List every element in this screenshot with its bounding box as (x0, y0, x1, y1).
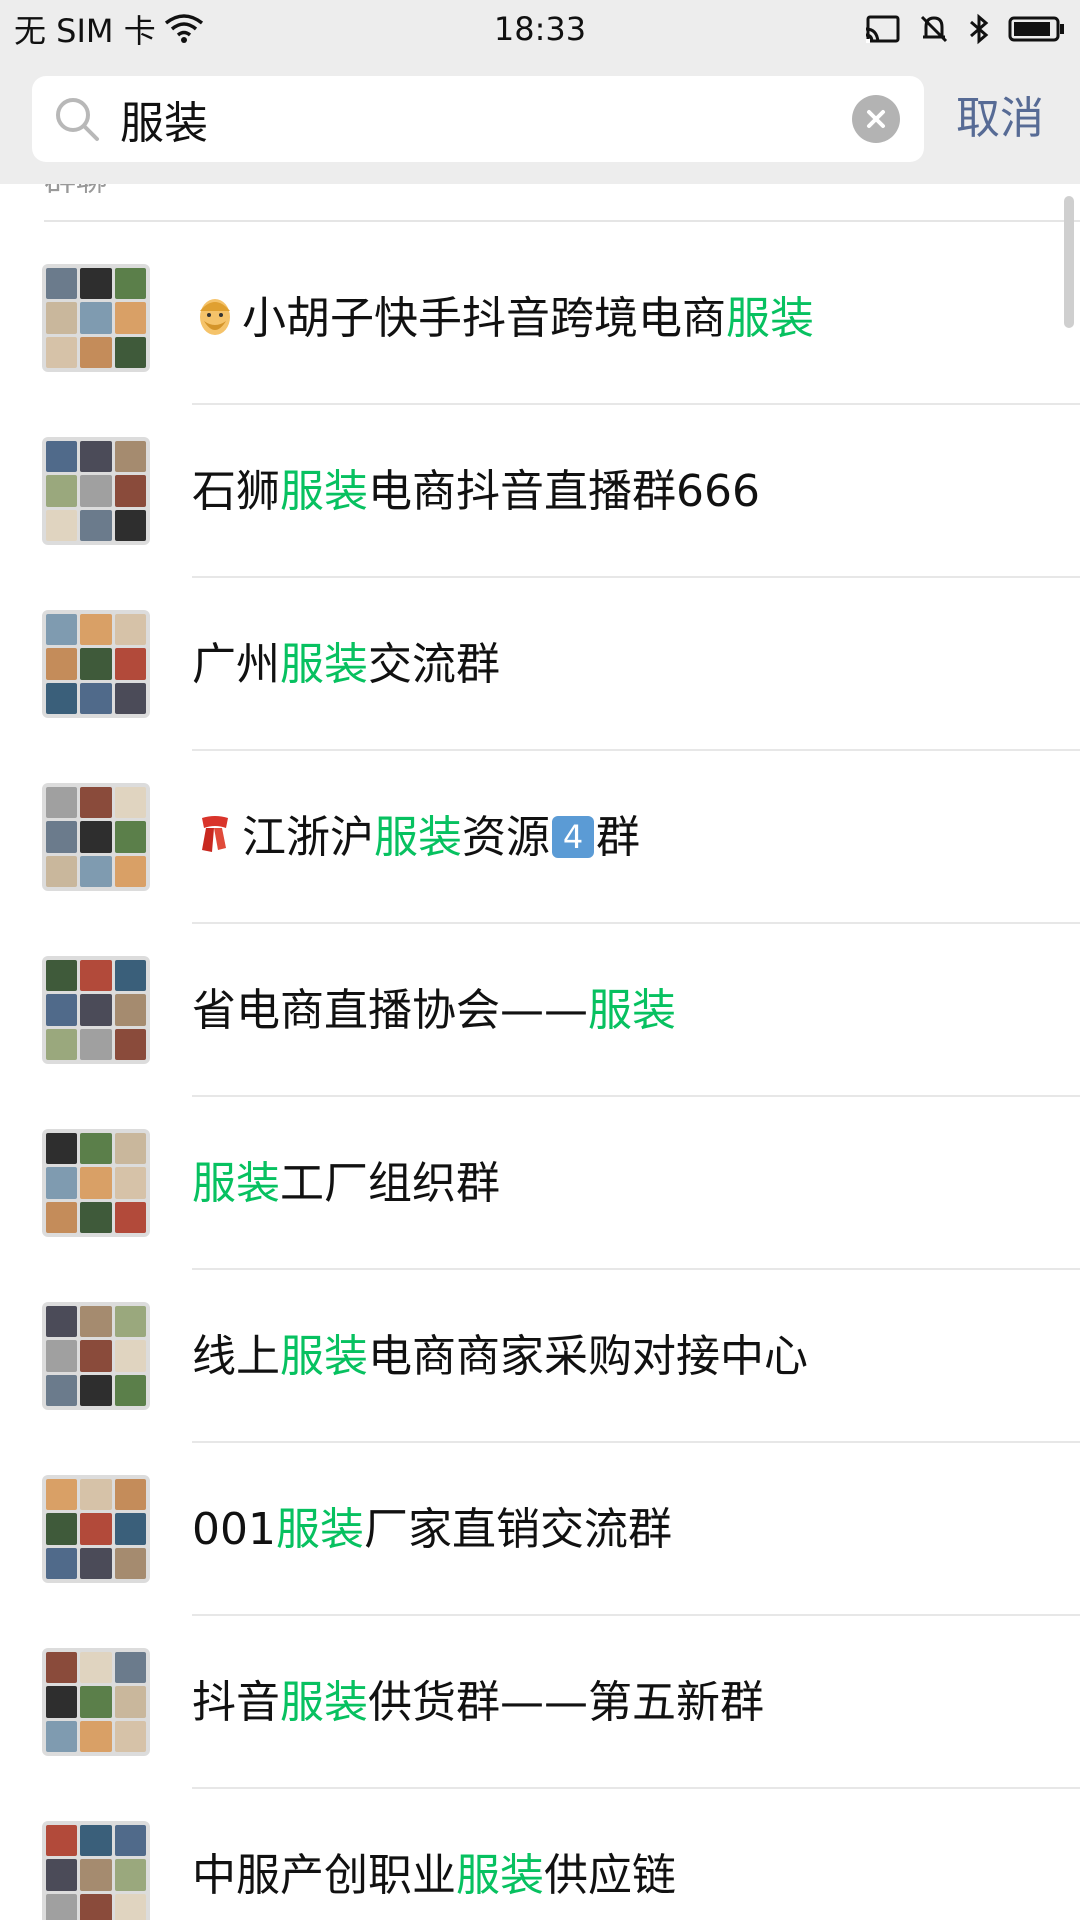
cancel-button[interactable]: 取消 (956, 88, 1044, 150)
mute-icon (920, 15, 948, 43)
group-avatar (42, 783, 150, 891)
keyword-highlight: 服装 (275, 1504, 364, 1555)
section-header: 群聊 (44, 184, 108, 200)
clear-search-button[interactable] (852, 95, 900, 143)
title-text: 电商商家采购对接中心 (368, 1331, 808, 1382)
title-text: 供货群——第五新群 (368, 1677, 764, 1728)
keyword-highlight: 服装 (280, 1677, 368, 1728)
battery-icon (1008, 16, 1064, 42)
keyword-highlight: 服装 (280, 466, 368, 517)
group-avatar (42, 1302, 150, 1410)
cast-icon (865, 15, 900, 43)
group-title: 广州服装交流群 (192, 578, 500, 751)
title-text: 抖音 (192, 1677, 280, 1728)
title-text: 石狮 (192, 466, 280, 517)
keyword-highlight: 服装 (374, 812, 462, 863)
search-box[interactable] (32, 76, 924, 162)
group-title: 省电商直播协会——服装 (192, 924, 676, 1097)
list-item[interactable]: 001服装厂家直销交流群 (0, 1443, 1080, 1616)
title-text: 工厂组织群 (280, 1158, 500, 1209)
title-text: 中服产创职业 (192, 1850, 456, 1901)
bluetooth-icon (970, 13, 989, 45)
list-item[interactable]: 省电商直播协会——服装 (0, 924, 1080, 1097)
bearded-man-emoji-icon (200, 299, 230, 335)
list-item[interactable]: 服装工厂组织群 (0, 1097, 1080, 1270)
group-avatar (42, 610, 150, 718)
title-text: 电商抖音直播群666 (368, 466, 760, 517)
list-item[interactable]: 江浙沪服装资源 4 群 (0, 751, 1080, 924)
status-right (864, 8, 1066, 50)
group-title: 江浙沪服装资源 4 群 (192, 751, 640, 924)
results-list[interactable]: 群聊 小胡子快手抖音跨境电商服装石狮服装电商抖音直播群666广州服装交流群江浙沪… (0, 184, 1080, 1920)
status-bar: 无 SIM 卡 18:33 (0, 0, 1080, 56)
list-item[interactable]: 线上服装电商商家采购对接中心 (0, 1270, 1080, 1443)
group-title: 石狮服装电商抖音直播群666 (192, 405, 760, 578)
group-avatar (42, 437, 150, 545)
section-divider (44, 220, 1080, 222)
search-input[interactable] (118, 84, 858, 154)
title-text: 厂家直销交流群 (363, 1504, 672, 1555)
group-avatar (42, 264, 150, 372)
close-icon (867, 110, 885, 128)
group-avatar (42, 1475, 150, 1583)
keyword-highlight: 服装 (456, 1850, 544, 1901)
title-text: 省电商直播协会—— (192, 985, 588, 1036)
title-text: 线上 (192, 1331, 280, 1382)
list-item[interactable]: 抖音服装供货群——第五新群 (0, 1616, 1080, 1789)
group-title: 中服产创职业服装供应链 (192, 1789, 676, 1920)
keyword-highlight: 服装 (280, 639, 368, 690)
scarf-emoji-icon (202, 816, 228, 852)
title-text: 供应链 (544, 1850, 676, 1901)
title-text: 交流群 (368, 639, 500, 690)
title-text: 资源 (462, 812, 550, 863)
group-title: 线上服装电商商家采购对接中心 (192, 1270, 808, 1443)
group-avatar (42, 1821, 150, 1920)
group-title: 001服装厂家直销交流群 (192, 1443, 672, 1616)
list-item[interactable]: 小胡子快手抖音跨境电商服装 (0, 232, 1080, 405)
keyword-highlight: 服装 (280, 1331, 368, 1382)
top-area: 无 SIM 卡 18:33 服装 取消 (0, 0, 1080, 184)
keyword-highlight: 服装 (588, 985, 676, 1036)
group-avatar (42, 1648, 150, 1756)
group-title: 服装工厂组织群 (192, 1097, 500, 1270)
group-avatar (42, 956, 150, 1064)
keyword-highlight: 服装 (726, 293, 814, 344)
title-text: 广州 (192, 639, 280, 690)
search-icon (56, 98, 99, 141)
group-avatar (42, 1129, 150, 1237)
keyword-highlight: 服装 (192, 1158, 280, 1209)
group-title: 抖音服装供货群——第五新群 (192, 1616, 764, 1789)
keycap-number: 4 (552, 816, 594, 858)
title-text: 小胡子快手抖音跨境电商 (242, 293, 726, 344)
list-item[interactable]: 石狮服装电商抖音直播群666 (0, 405, 1080, 578)
list-item[interactable]: 广州服装交流群 (0, 578, 1080, 751)
title-text: 001 (192, 1504, 276, 1555)
group-title: 小胡子快手抖音跨境电商服装 (192, 232, 814, 405)
title-text: 群 (596, 812, 640, 863)
title-text: 江浙沪 (242, 812, 374, 863)
list-item[interactable]: 中服产创职业服装供应链 (0, 1789, 1080, 1920)
